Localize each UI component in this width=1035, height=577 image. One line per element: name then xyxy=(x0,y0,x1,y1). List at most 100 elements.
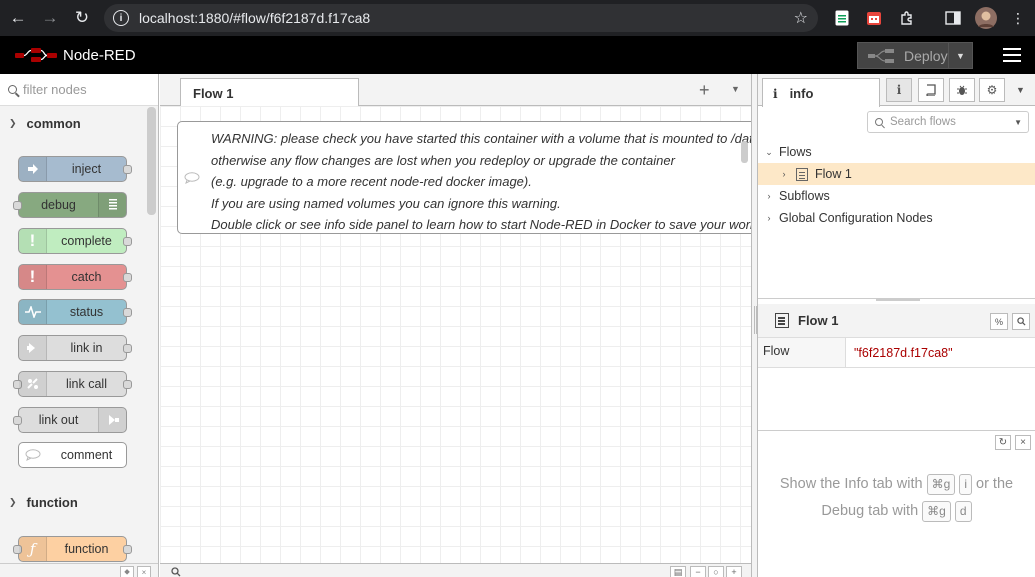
extensions-puzzle-icon[interactable] xyxy=(895,6,919,30)
add-flow-icon[interactable]: + xyxy=(699,80,710,101)
help-line1-start: Show the Info tab with xyxy=(779,476,923,492)
key-mod: ⌘g xyxy=(926,474,956,495)
output-port[interactable] xyxy=(123,273,132,282)
palette-node-inject[interactable]: inject xyxy=(18,156,132,182)
comment-node-warning[interactable]: WARNING: please check you have started t… xyxy=(177,121,751,234)
palette-node-link-out[interactable]: link out xyxy=(13,407,127,433)
refresh-icon[interactable]: ↻ xyxy=(995,435,1011,450)
search-flows-input[interactable]: Search flows ▼ xyxy=(867,111,1029,133)
search-icon[interactable] xyxy=(1012,313,1030,330)
deploy-button[interactable]: Deploy ▼ xyxy=(857,42,973,69)
palette-category-common[interactable]: ❯ common xyxy=(0,106,146,140)
bookmark-star-icon[interactable]: ☆ xyxy=(794,8,808,28)
palette-scrollbar[interactable] xyxy=(147,107,156,215)
tree-label: Subflows xyxy=(779,189,830,203)
comment-line: If you are using named volumes you can i… xyxy=(211,195,561,211)
output-port[interactable] xyxy=(123,237,132,246)
app-header: Node-RED Deploy ▼ xyxy=(0,36,1035,74)
key-d: d xyxy=(954,501,972,522)
config-tab-button[interactable]: ⚙ xyxy=(979,78,1005,102)
node-label: link call xyxy=(66,377,107,391)
node-label: link in xyxy=(70,341,103,355)
palette-node-debug[interactable]: debug xyxy=(13,192,127,218)
palette-node-function[interactable]: ƒ function xyxy=(13,536,132,562)
browser-menu-icon[interactable]: ⋮ xyxy=(1006,6,1030,30)
palette-filter-placeholder: filter nodes xyxy=(23,82,87,97)
output-port[interactable] xyxy=(123,344,132,353)
tab-info[interactable]: i info xyxy=(762,78,880,107)
debug-tab-button[interactable] xyxy=(949,78,975,102)
node-label: inject xyxy=(71,162,102,176)
output-port[interactable] xyxy=(123,308,132,317)
speech-bubble-icon xyxy=(178,122,206,233)
chevron-down-icon[interactable]: ▼ xyxy=(1014,118,1022,127)
forward-arrow-icon[interactable]: → xyxy=(34,2,66,34)
key-mod: ⌘g xyxy=(922,501,951,522)
main-menu-icon[interactable] xyxy=(1003,48,1021,62)
zoom-out-icon[interactable]: − xyxy=(690,566,706,577)
palette-node-status[interactable]: status xyxy=(18,299,132,325)
output-port[interactable] xyxy=(123,380,132,389)
key-i: i xyxy=(959,474,972,495)
tree-label: Flows xyxy=(779,145,812,159)
sidebar-menu-caret-icon[interactable]: ▼ xyxy=(1016,85,1025,95)
back-arrow-icon[interactable]: ← xyxy=(2,2,34,34)
palette-node-complete[interactable]: ! complete xyxy=(18,228,132,254)
palette-node-catch[interactable]: ! catch xyxy=(18,264,132,290)
link-icon[interactable]: % xyxy=(990,313,1008,330)
info-tab-button[interactable]: i xyxy=(886,78,912,102)
chevron-down-icon: ⌄ xyxy=(765,146,773,157)
output-port[interactable] xyxy=(123,545,132,554)
zoom-in-icon[interactable]: + xyxy=(726,566,742,577)
properties-title: Flow 1 xyxy=(798,313,839,328)
canvas-vertical-scrollbar[interactable] xyxy=(741,141,748,163)
workspace-tabs: Flow 1 + ▼ xyxy=(160,74,751,107)
palette-node-link-call[interactable]: link call xyxy=(13,371,132,397)
tree-item-flows[interactable]: ⌄ Flows xyxy=(758,141,1035,163)
app-title: Node-RED xyxy=(63,47,136,64)
search-icon xyxy=(8,85,17,94)
workspace-footer: ▤ − ○ + xyxy=(160,563,751,577)
tree-item-subflows[interactable]: › Subflows xyxy=(758,185,1035,207)
chevron-right-icon: › xyxy=(767,213,771,223)
help-text: Show the Info tab with ⌘g i or the Debug… xyxy=(758,471,1035,525)
close-icon[interactable]: × xyxy=(1015,435,1031,450)
flow-list-caret-icon[interactable]: ▼ xyxy=(731,84,740,94)
zoom-reset-icon[interactable]: ○ xyxy=(708,566,724,577)
site-info-icon[interactable]: i xyxy=(113,10,129,26)
chevron-down-icon: ❯ xyxy=(9,496,17,507)
help-tab-button[interactable] xyxy=(918,78,944,102)
search-icon[interactable] xyxy=(168,566,184,577)
flow-icon xyxy=(775,313,789,328)
deploy-flow-icon xyxy=(868,48,894,63)
comment-line: (e.g. upgrade to a more recent node-red … xyxy=(211,174,532,189)
workspace: Flow 1 + ▼ WARNING: please check you hav… xyxy=(160,74,751,577)
collapse-all-icon[interactable]: ⬥ xyxy=(120,566,134,577)
tab-flow-1[interactable]: Flow 1 xyxy=(180,78,359,107)
extension-sheets-icon[interactable] xyxy=(830,6,854,30)
url-text: localhost:1880/#flow/f6f2187d.f17ca8 xyxy=(139,10,371,26)
flow-canvas[interactable]: WARNING: please check you have started t… xyxy=(160,106,751,563)
speech-bubble-icon xyxy=(19,443,47,467)
info-icon: i xyxy=(773,87,778,101)
expand-all-icon[interactable]: × xyxy=(137,566,151,577)
profile-avatar[interactable] xyxy=(974,6,998,30)
palette-filter-input[interactable]: filter nodes xyxy=(0,74,158,106)
sidebar-tabs: i info i ⚙ ▼ xyxy=(758,74,1035,107)
tree-item-flow-1[interactable]: › Flow 1 xyxy=(758,163,1035,185)
palette-category-function[interactable]: ❯ function xyxy=(0,485,146,519)
reload-icon[interactable]: ↻ xyxy=(66,2,98,34)
deploy-menu-caret-icon[interactable]: ▼ xyxy=(948,43,972,68)
sidebar-separator[interactable] xyxy=(751,74,758,577)
output-port[interactable] xyxy=(123,165,132,174)
search-icon xyxy=(875,118,883,126)
extension-calendar-icon[interactable] xyxy=(862,6,886,30)
debug-list-icon xyxy=(98,193,126,217)
address-bar[interactable]: i localhost:1880/#flow/f6f2187d.f17ca8 ☆ xyxy=(104,4,818,32)
chevron-right-icon: › xyxy=(782,169,786,179)
palette-node-link-in[interactable]: link in xyxy=(18,335,132,361)
navigator-map-icon[interactable]: ▤ xyxy=(670,566,686,577)
palette-node-comment[interactable]: comment xyxy=(18,442,127,468)
side-panel-icon[interactable] xyxy=(941,6,965,30)
tree-item-global-config[interactable]: › Global Configuration Nodes xyxy=(758,207,1035,229)
